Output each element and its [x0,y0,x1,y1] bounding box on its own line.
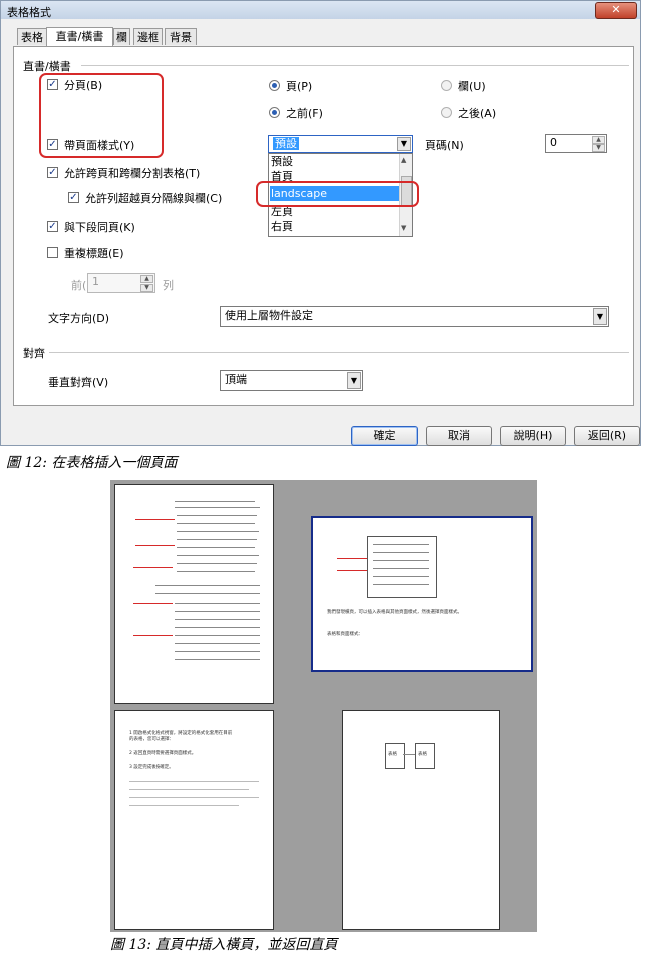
text-direction-value: 使用上層物件設定 [225,309,313,322]
divider [81,65,629,66]
allow-split-checkbox[interactable]: ✓ [47,167,58,178]
page-2-text: 我們發現橫頁，可以插入表格與其他頁面樣式，然後選擇頁面樣式。 [327,610,462,615]
highlight-break-options [39,73,164,158]
ok-button[interactable]: 確定 [351,426,418,446]
title-bar: 表格格式 ✕ [1,1,640,19]
column-radio[interactable] [441,80,452,91]
scroll-up-icon[interactable]: ▲ [401,156,406,164]
vertical-align-label: 垂直對齊(V) [48,376,109,389]
page-3-text: 的表格，您可以選擇： [129,737,174,742]
list-item[interactable]: 預設 [271,154,293,169]
page-style-value: 預設 [273,137,299,150]
spin-up-icon[interactable]: ▲ [592,136,605,144]
repeat-heading-checkbox[interactable] [47,247,58,258]
caption-figure-13: 圖 13: 直頁中插入橫頁，並返回直頁 [110,937,338,953]
spin-down-icon[interactable]: ▼ [140,284,153,292]
preview-page-2-landscape: 我們發現橫頁，可以插入表格與其他頁面樣式，然後選擇頁面樣式。 表格和頁面樣式： [311,516,533,672]
section-alignment: 對齊 [23,347,45,360]
preview-page-4: 表格 表格 [342,710,500,930]
first-rows-value: 1 [92,275,99,288]
tab-table[interactable]: 表格 [17,28,47,45]
preview-page-1 [114,484,274,704]
spin-down-icon[interactable]: ▼ [592,144,605,152]
page-2-text: 表格和頁面樣式： [327,632,363,637]
page-4-box-b: 表格 [415,743,435,769]
allow-row-split-checkbox[interactable]: ✓ [68,192,79,203]
caption-figure-12: 圖 12: 在表格插入一個頁面 [6,455,178,471]
page-3-text: 2 返回直頁時需要選擇頁面樣式。 [129,751,197,756]
tab-background[interactable]: 背景 [165,28,197,45]
tab-columns[interactable]: 欄 [113,28,130,45]
scroll-down-icon[interactable]: ▼ [401,224,406,232]
cancel-button[interactable]: 取消 [426,426,492,446]
keep-with-next-checkbox[interactable]: ✓ [47,221,58,232]
after-radio-label: 之後(A) [458,107,497,120]
list-item[interactable]: 右頁 [271,219,293,234]
allow-row-split-label: 允許列超越頁分隔線與欄(C) [85,192,223,205]
table-format-dialog: 表格格式 ✕ 表格 直書/橫書 欄 邊框 背景 直書/橫書 ✓ 分頁(B) 頁(… [0,0,641,446]
page-number-value: 0 [550,136,557,149]
close-button[interactable]: ✕ [595,2,637,19]
page-number-label: 頁碼(N) [425,139,464,152]
spin-up-icon[interactable]: ▲ [140,275,153,283]
rows-label: 列 [163,279,174,292]
chevron-down-icon[interactable]: ▼ [347,372,361,389]
keep-with-next-label: 與下段同頁(K) [64,221,135,234]
page-4-box-a: 表格 [385,743,405,769]
page-3-text: 3 設定完成後按確定。 [129,765,174,770]
divider [49,352,629,353]
reset-button[interactable]: 返回(R) [574,426,640,446]
page-radio[interactable] [269,80,280,91]
vertical-align-select[interactable]: 頂端 ▼ [220,370,363,391]
after-radio[interactable] [441,107,452,118]
page-number-field[interactable]: 0 ▲ ▼ [545,134,607,153]
help-button[interactable]: 說明(H) [500,426,566,446]
text-direction-select[interactable]: 使用上層物件設定 ▼ [220,306,609,327]
before-radio-label: 之前(F) [286,107,323,120]
preview-page-3: 1 開啟格式化格式視窗，將設定的格式化套用在目前 的表格，您可以選擇： 2 返回… [114,710,274,930]
first-rows-field[interactable]: 1 ▲ ▼ [87,273,155,293]
chevron-down-icon[interactable]: ▼ [397,137,411,151]
page-3-text: 1 開啟格式化格式視窗，將設定的格式化套用在目前 [129,731,233,736]
figure-13-page-preview: 我們發現橫頁，可以插入表格與其他頁面樣式，然後選擇頁面樣式。 表格和頁面樣式： … [110,480,537,932]
section-text-flow: 直書/橫書 [23,60,71,73]
page-style-select[interactable]: 預設 ▼ [268,135,413,153]
text-direction-label: 文字方向(D) [48,312,110,325]
tab-borders[interactable]: 邊框 [133,28,163,45]
first-label: 前( [71,279,87,292]
repeat-heading-label: 重複標題(E) [64,247,124,260]
chevron-down-icon[interactable]: ▼ [593,308,607,325]
page-radio-label: 頁(P) [286,80,313,93]
vertical-align-value: 頂端 [225,373,247,386]
dialog-title: 表格格式 [7,6,51,19]
before-radio[interactable] [269,107,280,118]
highlight-landscape [256,181,419,207]
tab-text-flow[interactable]: 直書/橫書 [46,27,113,46]
allow-split-label: 允許跨頁和跨欄分割表格(T) [64,167,201,180]
column-radio-label: 欄(U) [458,80,486,93]
